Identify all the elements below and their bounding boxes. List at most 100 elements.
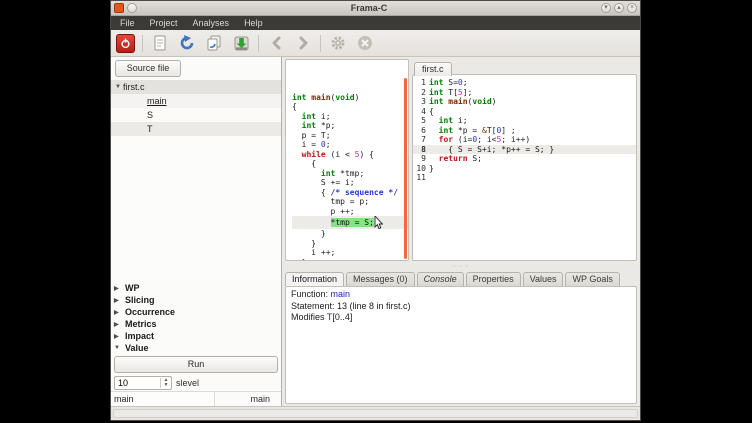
pane-splitter-handle[interactable]: · · · [285,263,637,271]
slevel-spinbox[interactable]: ▲▼ [114,376,172,390]
tree-row-first-c[interactable]: ▼first.c [111,80,281,94]
tab-properties[interactable]: Properties [466,272,521,286]
source-code-line[interactable]: 3int main(void) [413,97,636,107]
menu-item-project[interactable]: Project [150,18,178,28]
cil-code-line[interactable]: int i; [292,112,408,122]
save-session-icon[interactable] [204,33,224,53]
line-number: 1 [413,78,429,88]
code-token: i; [316,112,330,121]
stop-icon[interactable] [355,33,375,53]
cil-code-line[interactable]: { [292,159,408,169]
tab-first-c[interactable]: first.c [414,62,452,76]
tree-row-main[interactable]: main [111,94,281,108]
source-code-line[interactable]: 10} [413,164,636,174]
spinner-arrows-icon[interactable]: ▲▼ [160,378,171,388]
cil-code-line[interactable]: { /* sequence */ [292,188,408,198]
cil-code-line[interactable]: { [292,102,408,112]
tree-row-S[interactable]: S [111,108,281,122]
cil-code-line[interactable]: while (i < 5) { [292,150,408,160]
main-function-input[interactable] [111,392,215,406]
menu-item-help[interactable]: Help [244,18,263,28]
slevel-input[interactable] [115,378,160,388]
titlebar[interactable]: Frama-C ▾ ▴ × [111,1,640,16]
analysis-item-metrics[interactable]: ▶ Metrics [111,318,281,330]
reload-icon[interactable] [177,33,197,53]
expander-closed-icon[interactable]: ▶ [114,333,121,340]
minimize-icon[interactable]: ▾ [601,3,611,13]
tab-values[interactable]: Values [523,272,564,286]
expander-closed-icon[interactable]: ▶ [114,321,121,328]
expander-closed-icon[interactable]: ▶ [114,297,121,304]
code-token: ) [492,97,497,106]
load-session-icon[interactable] [231,33,251,53]
source-code-line[interactable]: 6 int *p = &T[0] ; [413,126,636,136]
tab-information[interactable]: Information [285,272,344,286]
code-token: *p; [316,121,335,130]
source-file-button[interactable]: Source file [115,60,181,77]
cil-code-line[interactable]: p ++; [292,207,408,217]
source-code-line[interactable]: 2int T[5]; [413,88,636,98]
back-icon[interactable] [266,33,286,53]
forward-icon[interactable] [293,33,313,53]
code-token: p = T; [292,131,331,140]
close-icon[interactable]: × [627,3,637,13]
maximize-icon[interactable]: ▴ [614,3,624,13]
cil-code-line[interactable]: *tmp = S; [292,216,408,229]
code-token: int [302,112,316,121]
cil-code-line[interactable]: int *tmp; [292,169,408,179]
source-code-box[interactable]: 1int S=0;2int T[5];3int main(void)4{5 in… [412,74,637,261]
cil-code-line[interactable]: } [292,229,408,239]
cil-code-line[interactable]: } [292,258,408,262]
source-code-line[interactable]: 11 [413,173,636,183]
settings-gear-icon[interactable] [328,33,348,53]
analysis-item-impact[interactable]: ▶Impact [111,330,281,342]
source-code-line[interactable]: 9 return S; [413,154,636,164]
source-code-line[interactable]: 5 int i; [413,116,636,126]
cil-code-line[interactable]: int main(void) [292,93,408,103]
cil-code-line[interactable]: i ++; [292,248,408,258]
code-token [429,154,439,163]
menubar: File Project Analyses Help [111,16,640,30]
tree-row-T[interactable]: T [111,122,281,136]
code-token: *p = [453,126,482,135]
orange-scrollbar[interactable] [404,78,407,259]
new-file-icon[interactable] [150,33,170,53]
code-token: ; i< [477,135,496,144]
tab-wp-goals[interactable]: WP Goals [565,272,619,286]
analysis-item-value[interactable]: ▼Value [111,342,281,354]
cil-code-line[interactable]: S += i; [292,178,408,188]
cil-code-line[interactable]: int *p; [292,121,408,131]
tab-console[interactable]: Console [417,272,464,286]
analysis-item-occurrence[interactable]: ▶Occurrence [111,306,281,318]
menu-item-analyses[interactable]: Analyses [193,18,230,28]
cil-code-line[interactable]: i = 0; [292,140,408,150]
source-code-line[interactable]: 1int S=0; [413,78,636,88]
source-code-line[interactable]: 4{ [413,107,636,117]
source-code-line[interactable]: 7 for (i=0; i<5; i++) [413,135,636,145]
cil-code-line[interactable]: p = T; [292,131,408,141]
expander-open-icon[interactable]: ▼ [114,345,121,351]
tab-messages-0-[interactable]: Messages (0) [346,272,415,286]
tree-expander-icon[interactable]: ▼ [115,84,123,90]
power-icon[interactable] [116,34,135,53]
cil-code-line[interactable]: tmp = p; [292,197,408,207]
menu-item-file[interactable]: File [120,18,135,28]
code-token: return [439,154,468,163]
expander-closed-icon[interactable]: ▶ [114,309,121,316]
cil-code-line[interactable]: } [292,239,408,249]
code-token: Function: [291,289,331,299]
expander-closed-icon[interactable]: ▶ [114,285,121,292]
cil-code-pane[interactable]: int main(void){ int i; int *p; p = T; i … [285,59,409,261]
run-button[interactable]: Run [114,356,278,373]
information-panel[interactable]: Function: mainStatement: 13 (line 8 in f… [285,286,637,404]
analysis-item-slicing[interactable]: ▶Slicing [111,294,281,306]
code-token: Statement: 13 (line 8 in first.c) [291,301,411,311]
code-token: p ++; [292,207,355,216]
source-code-line[interactable]: 8 { S = S+i; *p++ = S; } [413,145,636,155]
window-menu-button[interactable] [127,3,137,13]
information-line: Statement: 13 (line 8 in first.c) [291,301,631,313]
mouse-cursor-icon [374,216,383,229]
analysis-item-wp[interactable]: ▶WP [111,282,281,294]
slevel-row: ▲▼ slevel [111,375,281,391]
analysis-label: Metrics [125,319,157,329]
